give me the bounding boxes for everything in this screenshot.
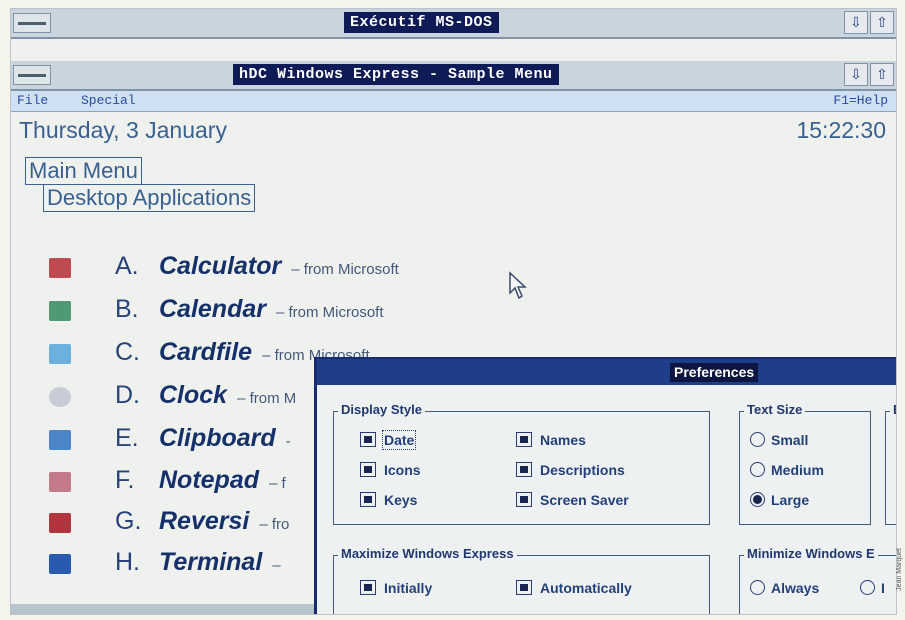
item-source: –: [272, 557, 281, 574]
item-name: Calculator – from Microsoft: [159, 252, 399, 280]
display-style-group: Display Style Date Icons Keys Names Desc…: [333, 402, 710, 525]
notepad-icon: [49, 472, 71, 492]
radio-icon: [750, 580, 765, 595]
item-source: – from M: [237, 390, 297, 407]
option-icons[interactable]: Icons: [360, 462, 421, 478]
outer-window-controls: ⇩ ⇧: [844, 11, 894, 34]
maximize-arrow-icon[interactable]: ⇧: [870, 63, 894, 86]
item-source: – from Microsoft: [275, 304, 384, 321]
outer-titlebar: Exécutif MS-DOS ⇩ ⇧: [11, 9, 896, 39]
terminal-icon: [49, 554, 71, 574]
maximize-group: Maximize Windows Express Initially Autom…: [333, 546, 710, 614]
checkbox-icon: [360, 432, 376, 447]
preferences-dialog: Preferences Display Style Date Icons Key…: [314, 357, 896, 614]
app-system-menu-button[interactable]: [13, 65, 51, 85]
item-source: – fro: [259, 516, 290, 533]
calendar-icon: [49, 301, 71, 321]
radio-cut-off[interactable]: I: [860, 580, 885, 596]
checkbox-icon: [516, 462, 532, 477]
minimize-arrow-icon[interactable]: ⇩: [844, 11, 868, 34]
minimize-group: Minimize Windows E Always I: [739, 546, 896, 614]
cut-off-group: E: [885, 402, 896, 525]
clipboard-icon: [49, 430, 71, 450]
time-display: 15:22:30: [796, 117, 886, 143]
cardfile-icon: [49, 344, 71, 364]
radio-small[interactable]: Small: [750, 432, 808, 448]
dialog-title: Preferences: [670, 363, 759, 382]
screen: Exécutif MS-DOS ⇩ ⇧ hDC Windows Express …: [10, 8, 897, 615]
item-name: Calendar – from Microsoft: [159, 295, 384, 323]
cut-off-group-label: E: [890, 402, 896, 417]
item-name: Notepad – f: [159, 466, 286, 494]
item-name: Clipboard -: [159, 424, 291, 452]
menu-file[interactable]: File: [17, 93, 48, 108]
option-keys[interactable]: Keys: [360, 492, 417, 508]
item-letter: D.: [115, 381, 140, 409]
checkbox-icon: [360, 580, 376, 595]
menu-help[interactable]: F1=Help: [833, 93, 888, 108]
dialog-titlebar: Preferences: [317, 359, 896, 385]
item-letter: F.: [115, 466, 135, 494]
item-name: Terminal –: [159, 548, 281, 576]
clock-icon: [49, 387, 71, 407]
item-source: – from Microsoft: [291, 261, 399, 278]
app-window-controls: ⇩ ⇧: [844, 63, 894, 86]
mouse-pointer-icon: [509, 271, 527, 300]
checkbox-icon: [516, 432, 532, 447]
radio-icon: [750, 462, 765, 477]
photo-credit: Jean Marquet: [896, 548, 903, 591]
item-letter: B.: [115, 295, 139, 323]
minimize-arrow-icon[interactable]: ⇩: [844, 63, 868, 86]
item-source: – f: [269, 475, 286, 492]
item-name: Clock – from M: [159, 381, 297, 409]
radio-always[interactable]: Always: [750, 580, 819, 596]
item-letter: C.: [115, 338, 140, 366]
text-size-label: Text Size: [744, 402, 806, 417]
app-titlebar: hDC Windows Express - Sample Menu ⇩ ⇧: [11, 61, 896, 91]
calculator-icon: [49, 258, 71, 278]
radio-icon: [750, 432, 765, 447]
item-letter: E.: [115, 424, 139, 452]
maximize-label: Maximize Windows Express: [338, 546, 517, 561]
option-automatically[interactable]: Automatically: [516, 580, 632, 596]
item-source: -: [285, 433, 291, 450]
reversi-icon: [49, 513, 71, 533]
radio-medium[interactable]: Medium: [750, 462, 824, 478]
option-names[interactable]: Names: [516, 432, 586, 448]
date-display: Thursday, 3 January: [19, 117, 227, 143]
outer-system-menu-button[interactable]: [13, 13, 51, 33]
item-letter: G.: [115, 507, 142, 535]
checkbox-icon: [360, 462, 376, 477]
main-menu-label[interactable]: Main Menu: [25, 157, 142, 185]
display-style-label: Display Style: [338, 402, 425, 417]
radio-selected-icon: [750, 492, 765, 507]
checkbox-icon: [516, 580, 532, 595]
menu-special[interactable]: Special: [81, 93, 136, 108]
checkbox-icon: [360, 492, 376, 507]
option-initially[interactable]: Initially: [360, 580, 432, 596]
option-descriptions[interactable]: Descriptions: [516, 462, 625, 478]
item-letter: H.: [115, 548, 140, 576]
menu-bar: File Special F1=Help: [11, 91, 896, 112]
minimize-label: Minimize Windows E: [744, 546, 878, 561]
item-name: Reversi – fro: [159, 507, 290, 535]
submenu-label[interactable]: Desktop Applications: [43, 184, 256, 212]
item-letter: A.: [115, 252, 139, 280]
maximize-arrow-icon[interactable]: ⇧: [870, 11, 894, 34]
checkbox-icon: [516, 492, 532, 507]
window-bottom-border: [11, 604, 321, 614]
outer-window-title: Exécutif MS-DOS: [344, 12, 499, 33]
radio-icon: [860, 580, 875, 595]
option-date[interactable]: Date: [360, 430, 417, 450]
app-window-title: hDC Windows Express - Sample Menu: [233, 64, 559, 85]
option-screen-saver[interactable]: Screen Saver: [516, 492, 629, 508]
radio-large[interactable]: Large: [750, 492, 809, 508]
text-size-group: Text Size Small Medium Large: [739, 402, 871, 525]
